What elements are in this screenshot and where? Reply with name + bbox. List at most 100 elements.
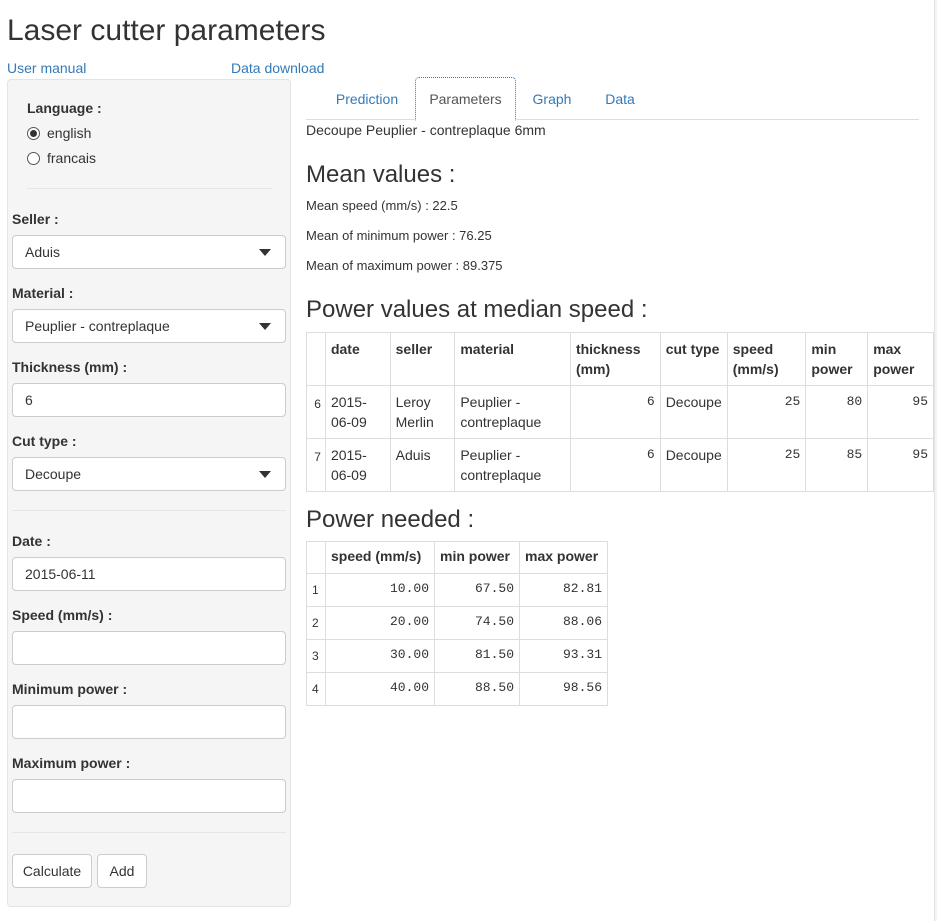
header-cell: date — [324, 332, 391, 386]
table-cell: 6 — [569, 385, 661, 439]
caret-down-icon — [259, 249, 271, 256]
sidebar-panel: Language : english francais Seller : Adu… — [7, 79, 291, 907]
power-needed-table: speed (mm/s) min power max power 1 10.00… — [306, 541, 608, 706]
row-index: 3 — [306, 639, 326, 673]
radio-selected-icon[interactable] — [27, 126, 40, 140]
table-cell: Decoupe — [659, 385, 728, 439]
table-header-row: speed (mm/s) min power max power — [306, 541, 608, 574]
table-cell: Leroy Merlin — [389, 385, 456, 439]
table-cell: 6 — [569, 438, 661, 492]
table-cell: 81.50 — [434, 639, 520, 673]
cut-type-label: Cut type : — [12, 433, 77, 449]
row-index: 4 — [306, 672, 326, 706]
row-index: 2 — [306, 606, 326, 640]
table-cell: 2015-06-09 — [324, 385, 391, 439]
max-power-input[interactable] — [12, 779, 286, 813]
caret-down-icon — [259, 471, 271, 478]
table-cell: 82.81 — [519, 573, 608, 607]
cut-type-select-value: Decoupe — [25, 466, 82, 482]
median-heading: Power values at median speed : — [306, 296, 648, 323]
table-cell: 88.06 — [519, 606, 608, 640]
table-cell: 80 — [805, 385, 869, 439]
max-power-label: Maximum power : — [12, 755, 131, 771]
table-cell: Decoupe — [659, 438, 728, 492]
date-label: Date : — [12, 533, 51, 549]
caret-down-icon — [259, 323, 271, 330]
language-radio-francais[interactable]: francais — [27, 150, 96, 166]
header-cell: min power — [805, 332, 869, 386]
material-label: Material : — [12, 285, 74, 301]
date-input[interactable]: 2015-06-11 — [12, 557, 286, 591]
table-cell: 10.00 — [325, 573, 435, 607]
min-power-input[interactable] — [12, 705, 286, 739]
radio-label-francais: francais — [47, 150, 97, 166]
thickness-label: Thickness (mm) : — [12, 359, 128, 375]
mean-max-power-text: Mean of maximum power : 89.375 — [306, 258, 503, 273]
table-cell: 88.50 — [434, 672, 520, 706]
speed-label: Speed (mm/s) : — [12, 607, 113, 623]
speed-input[interactable] — [12, 631, 286, 665]
mean-speed-text: Mean speed (mm/s) : 22.5 — [306, 198, 458, 213]
user-manual-link[interactable]: User manual — [7, 60, 86, 76]
language-radio-english[interactable]: english — [27, 125, 91, 141]
table-row: 3 30.00 81.50 93.31 — [306, 639, 608, 673]
power-needed-heading: Power needed : — [306, 506, 475, 533]
table-row: 4 40.00 88.50 98.56 — [306, 672, 608, 706]
add-button[interactable]: Add — [97, 854, 147, 888]
table-cell: Aduis — [389, 438, 456, 492]
seller-select-value: Aduis — [25, 244, 61, 260]
header-cell: material — [454, 332, 571, 386]
header-cell: max power — [519, 541, 608, 574]
tab-graph[interactable]: Graph — [520, 77, 584, 120]
divider — [12, 832, 286, 833]
table-cell: 40.00 — [325, 672, 435, 706]
table-cell: 20.00 — [325, 606, 435, 640]
min-power-label: Minimum power : — [12, 681, 128, 697]
table-cell: Peuplier - contreplaque — [454, 438, 571, 492]
table-row: 7 2015-06-09 Aduis Peuplier - contreplaq… — [306, 438, 934, 492]
table-cell: 85 — [805, 438, 869, 492]
calculate-button[interactable]: Calculate — [12, 854, 92, 888]
tab-bar: Prediction Parameters Graph Data — [306, 77, 919, 121]
divider — [12, 510, 286, 511]
table-cell: 95 — [867, 385, 934, 439]
material-select[interactable]: Peuplier - contreplaque — [12, 309, 286, 343]
radio-label-english: english — [47, 125, 92, 141]
table-header-row: date seller material thickness (mm) cut … — [306, 332, 934, 386]
data-download-link[interactable]: Data download — [231, 60, 324, 76]
thickness-input-value: 6 — [25, 392, 33, 408]
table-cell: 95 — [867, 438, 934, 492]
header-cell: speed (mm/s) — [726, 332, 807, 386]
header-cell: thickness (mm) — [569, 332, 661, 386]
date-input-value: 2015-06-11 — [25, 566, 96, 582]
seller-select[interactable]: Aduis — [12, 235, 286, 269]
table-cell: 25 — [726, 385, 807, 439]
thickness-input[interactable]: 6 — [12, 383, 286, 417]
header-cell: max power — [867, 332, 934, 386]
row-index: 1 — [306, 573, 326, 607]
table-cell: 2015-06-09 — [324, 438, 391, 492]
radio-unselected-icon[interactable] — [27, 151, 40, 165]
mean-min-power-text: Mean of minimum power : 76.25 — [306, 228, 492, 243]
table-cell: 93.31 — [519, 639, 608, 673]
header-cell: cut type — [659, 332, 728, 386]
material-select-value: Peuplier - contreplaque — [25, 318, 170, 334]
tab-parameters[interactable]: Parameters — [415, 77, 516, 121]
tab-data[interactable]: Data — [589, 77, 651, 120]
cut-type-select[interactable]: Decoupe — [12, 457, 286, 491]
tab-prediction[interactable]: Prediction — [323, 77, 411, 120]
header-cell: min power — [434, 541, 520, 574]
header-cell: speed (mm/s) — [325, 541, 435, 574]
table-cell: 25 — [726, 438, 807, 492]
page-title: Laser cutter parameters — [7, 14, 326, 47]
seller-label: Seller : — [12, 211, 59, 227]
median-table: date seller material thickness (mm) cut … — [306, 332, 934, 492]
table-cell: 74.50 — [434, 606, 520, 640]
row-index: 6 — [306, 385, 326, 439]
mean-values-heading: Mean values : — [306, 161, 456, 188]
table-row: 6 2015-06-09 Leroy Merlin Peuplier - con… — [306, 385, 934, 439]
row-index: 7 — [306, 438, 326, 492]
table-cell: 67.50 — [434, 573, 520, 607]
header-cell: seller — [389, 332, 456, 386]
selection-subtitle: Decoupe Peuplier - contreplaque 6mm — [306, 122, 546, 138]
